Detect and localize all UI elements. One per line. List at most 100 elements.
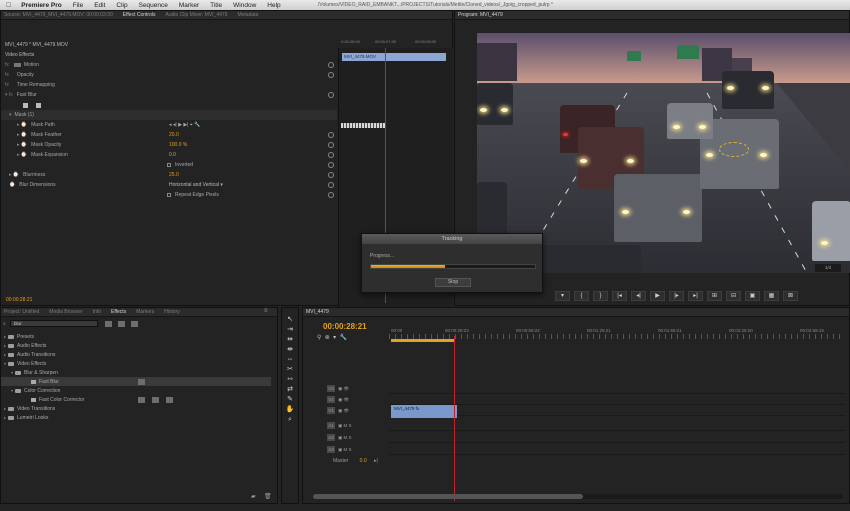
ec-clip-bar[interactable]: MVI_4479.MOV xyxy=(342,53,446,61)
timeline-scrollbar[interactable] xyxy=(313,494,843,499)
scrollbar-thumb[interactable] xyxy=(313,494,583,499)
tab-info[interactable]: Info xyxy=(93,309,101,315)
track-lane-a3[interactable] xyxy=(389,444,845,455)
tracking-mask-ellipse[interactable] xyxy=(719,142,749,157)
go-to-end-icon[interactable]: ▸| xyxy=(374,458,378,464)
track-header-a2[interactable]: A2 ▣ M S xyxy=(327,432,387,443)
delete-icon[interactable]: 🗑 xyxy=(264,493,272,500)
tab-source[interactable]: Source: MVI_4479_MVI_4479.MOV: 00:00:03:… xyxy=(4,12,113,18)
settings-wrench-icon[interactable]: 🔧 xyxy=(339,335,346,341)
effect-row-mask[interactable]: ▾ Mask (1) xyxy=(1,110,337,120)
stop-button[interactable]: Stop xyxy=(435,278,471,287)
new-bin-icon[interactable]: ▰ xyxy=(251,493,256,500)
mask-path-keyframes[interactable] xyxy=(341,123,385,128)
list-item-blur-sharpen[interactable]: ▾ Blur & Sharpen xyxy=(11,368,58,377)
tab-sequence[interactable]: MVI_4479 xyxy=(306,309,329,315)
inverted-checkbox[interactable] xyxy=(167,163,171,167)
effect-row-repeat-edge[interactable]: Repeat Edge Pixels xyxy=(1,190,337,200)
menu-window[interactable]: Window xyxy=(233,2,256,9)
rectangle-mask-icon[interactable] xyxy=(36,102,41,108)
apple-icon[interactable]:  xyxy=(6,2,11,9)
track-lane-a2[interactable] xyxy=(389,432,845,443)
blurriness-value[interactable]: 25.0 xyxy=(169,172,179,178)
reset-icon[interactable] xyxy=(328,62,334,68)
compare-button[interactable]: ▦ xyxy=(764,291,779,301)
32-bit-effects-icon[interactable] xyxy=(118,321,125,327)
menu-marker[interactable]: Marker xyxy=(179,2,199,9)
track-lane-v3[interactable] xyxy=(389,383,845,394)
go-to-in-button[interactable]: |◂ xyxy=(612,291,627,301)
work-area-bar[interactable] xyxy=(391,339,455,342)
list-item-lumetri-looks[interactable]: ▸ Lumetri Looks xyxy=(4,413,48,422)
track-header-v3[interactable]: V3 ▣ 👁 xyxy=(327,383,387,394)
reset-icon[interactable] xyxy=(328,152,334,158)
tab-program[interactable]: Program: MVI_4479 xyxy=(458,12,503,18)
export-frame-button[interactable]: ▣ xyxy=(745,291,760,301)
menu-app-name[interactable]: Premiere Pro xyxy=(21,2,61,9)
effect-row-mask-expansion[interactable]: ▸ ⌚ Mask Expansion 0.0 xyxy=(1,150,337,160)
timeline-playhead[interactable] xyxy=(454,336,455,501)
reset-icon[interactable] xyxy=(328,172,334,178)
ec-timecode[interactable]: 00:00:28:21 xyxy=(6,297,32,303)
pen-tool-icon[interactable]: ✎ xyxy=(285,396,295,404)
slip-tool-icon[interactable]: ⇿ xyxy=(285,376,295,384)
mask-opacity-value[interactable]: 100.0 % xyxy=(169,142,187,148)
tab-effects[interactable]: Effects xyxy=(111,309,126,315)
list-item-video-effects[interactable]: ▾ Video Effects xyxy=(4,359,46,368)
effect-row-time-remapping[interactable]: fx Time Remapping xyxy=(1,80,337,90)
mask-expansion-value[interactable]: 0.0 xyxy=(169,152,176,158)
track-header-a1[interactable]: A1 ▣ M S xyxy=(327,420,387,431)
play-button[interactable]: ▶ xyxy=(650,291,665,301)
list-item-video-transitions[interactable]: ▸ Video Transitions xyxy=(4,404,55,413)
reset-icon[interactable] xyxy=(328,162,334,168)
tab-effect-controls[interactable]: Effect Controls xyxy=(123,12,156,18)
reset-icon[interactable] xyxy=(328,72,334,78)
lift-button[interactable]: ⊞ xyxy=(707,291,722,301)
tab-history[interactable]: History xyxy=(164,309,180,315)
effect-row-opacity[interactable]: fx Opacity xyxy=(1,70,337,80)
reset-icon[interactable] xyxy=(328,182,334,188)
ripple-edit-tool-icon[interactable]: ⇹ xyxy=(285,336,295,344)
menu-clip[interactable]: Clip xyxy=(116,2,127,9)
track-lane-v2[interactable] xyxy=(389,394,845,405)
effect-row-inverted[interactable]: Inverted xyxy=(1,160,337,170)
zoom-select[interactable]: 1/4 xyxy=(815,264,841,272)
yuv-effects-icon[interactable] xyxy=(131,321,138,327)
linked-selection-icon[interactable]: ⊗ xyxy=(325,335,330,341)
track-header-a3[interactable]: A3 ▣ M S xyxy=(327,444,387,455)
rolling-edit-tool-icon[interactable]: ⇼ xyxy=(285,346,295,354)
menu-sequence[interactable]: Sequence xyxy=(139,2,168,9)
track-select-tool-icon[interactable]: ⇥ xyxy=(285,326,295,334)
blur-dimensions-select[interactable]: Horizontal and Vertical ▾ xyxy=(169,182,223,188)
repeat-edge-checkbox[interactable] xyxy=(167,193,171,197)
hand-tool-icon[interactable]: ✋ xyxy=(285,406,295,414)
reset-icon[interactable] xyxy=(328,142,334,148)
effect-row-mask-feather[interactable]: ▸ ⌚ Mask Feather 20.0 xyxy=(1,130,337,140)
tab-project[interactable]: Project: Untitled xyxy=(4,309,39,315)
menu-help[interactable]: Help xyxy=(267,2,280,9)
track-lane-v1[interactable] xyxy=(389,405,845,416)
go-to-out-button[interactable]: ▸| xyxy=(688,291,703,301)
panel-menu-icon[interactable]: ≡ xyxy=(264,308,268,314)
tab-markers[interactable]: Markers xyxy=(136,309,154,315)
track-lane-a1[interactable] xyxy=(389,420,845,431)
effect-row-fast-blur[interactable]: ▾ fx Fast Blur xyxy=(1,90,337,100)
slide-tool-icon[interactable]: ⇄ xyxy=(285,386,295,394)
add-marker-button[interactable]: ▾ xyxy=(555,291,570,301)
tab-media-browser[interactable]: Media Browser xyxy=(49,309,82,315)
list-item-fast-blur[interactable]: Fast Blur xyxy=(1,377,271,386)
ellipse-mask-icon[interactable] xyxy=(23,102,28,108)
rate-stretch-tool-icon[interactable]: ⇔ xyxy=(285,356,295,364)
track-header-v1[interactable]: V1 ▣ 👁 xyxy=(327,405,387,416)
tab-audio-clip-mixer[interactable]: Audio Clip Mixer: MVI_4479 xyxy=(165,12,227,18)
menu-edit[interactable]: Edit xyxy=(94,2,105,9)
accelerated-effects-icon[interactable] xyxy=(105,321,112,327)
step-forward-button[interactable]: |▸ xyxy=(669,291,684,301)
reset-icon[interactable] xyxy=(328,132,334,138)
track-header-v2[interactable]: V2 ▣ 👁 xyxy=(327,394,387,405)
effects-search-input[interactable]: blur xyxy=(10,320,98,327)
tab-metadata[interactable]: Metadata xyxy=(237,12,258,18)
menu-title[interactable]: Title xyxy=(210,2,222,9)
list-item-presets[interactable]: ▸ Presets xyxy=(4,332,34,341)
step-back-button[interactable]: ◂| xyxy=(631,291,646,301)
